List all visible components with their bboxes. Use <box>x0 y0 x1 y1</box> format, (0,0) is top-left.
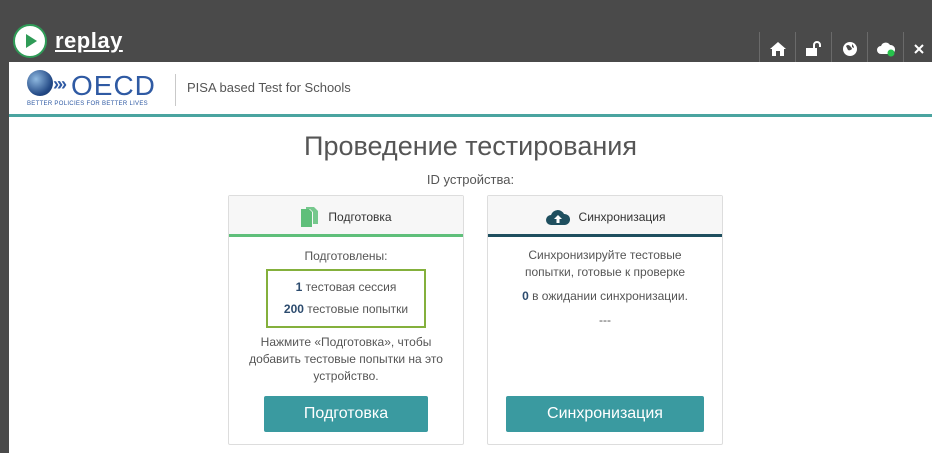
play-icon <box>26 34 37 48</box>
sync-card-bar <box>488 234 722 237</box>
pending-line: 0 в ожидании синхронизации. <box>498 289 712 303</box>
sessions-text: тестовая сессия <box>305 280 397 294</box>
language-button[interactable] <box>831 32 868 66</box>
sync-button[interactable]: Синхронизация <box>506 396 704 432</box>
prepared-summary-box: 1 тестовая сессия 200 тестовые попытки <box>266 269 426 328</box>
sync-card: Синхронизация Синхронизируйте тестовые п… <box>487 195 723 445</box>
sync-card-title: Синхронизация <box>578 209 666 224</box>
window-left-edge <box>0 0 9 453</box>
pending-text: в ожидании синхронизации. <box>532 289 688 303</box>
prepare-button[interactable]: Подготовка <box>264 396 428 432</box>
close-icon <box>913 44 924 54</box>
attempts-line: 200 тестовые попытки <box>268 298 424 320</box>
chevrons-logo-icon: »» <box>53 74 67 94</box>
home-icon <box>770 42 786 56</box>
sync-description: Синхронизируйте тестовые попытки, готовы… <box>524 248 686 279</box>
prepare-instructions: Нажмите «Подготовка», чтобы добавить тес… <box>249 335 443 383</box>
prepare-card: Подготовка Подготовлены: 1 тестовая сесс… <box>228 195 464 445</box>
prepare-card-title: Подготовка <box>328 209 392 224</box>
cloud-status-icon <box>877 42 896 57</box>
app-name[interactable]: replay <box>55 28 123 54</box>
header-title: PISA based Test for Schools <box>187 80 351 95</box>
oecd-wordmark: OECD <box>71 70 156 101</box>
sync-status-dashes: --- <box>599 313 611 327</box>
oecd-logo: »» OECD BETTER POLICIES FOR BETTER LIVES <box>27 68 167 112</box>
close-button[interactable] <box>903 32 932 66</box>
header-divider <box>175 74 176 106</box>
sync-card-body: Синхронизируйте тестовые попытки, готовы… <box>488 247 722 327</box>
app-frame: replay »» OECD BETTER POLICIES FOR BETTE… <box>9 0 932 453</box>
home-button[interactable] <box>759 32 796 66</box>
prepared-label: Подготовлены: <box>304 249 388 263</box>
globe-logo-icon <box>27 70 53 96</box>
oecd-tagline: BETTER POLICIES FOR BETTER LIVES <box>27 101 148 107</box>
prepare-card-bar <box>229 234 463 237</box>
prepare-card-body: Подготовлены: 1 тестовая сессия 200 тест… <box>229 249 463 385</box>
sessions-count: 1 <box>295 280 303 294</box>
prepare-card-header: Подготовка <box>229 196 463 237</box>
unlock-icon <box>806 41 821 56</box>
cloud-upload-icon <box>545 209 570 225</box>
attempts-count: 200 <box>283 302 304 316</box>
replay-logo-icon[interactable] <box>13 24 47 58</box>
sync-card-header: Синхронизация <box>488 196 722 237</box>
main-content: Проведение тестирования ID устройства: П… <box>9 117 932 453</box>
globe-icon <box>843 42 857 56</box>
attempts-text: тестовые попытки <box>307 302 409 316</box>
top-bar-content: replay <box>9 14 932 66</box>
cloud-status-button[interactable] <box>867 32 904 66</box>
device-id-label: ID устройства: <box>426 172 515 187</box>
top-bar: replay <box>9 0 932 66</box>
page-title: Проведение тестирования <box>304 131 637 161</box>
unlock-button[interactable] <box>795 32 832 66</box>
sessions-line: 1 тестовая сессия <box>268 276 424 298</box>
documents-icon <box>301 206 319 227</box>
pending-count: 0 <box>522 289 529 303</box>
header-strip: »» OECD BETTER POLICIES FOR BETTER LIVES… <box>9 62 932 114</box>
